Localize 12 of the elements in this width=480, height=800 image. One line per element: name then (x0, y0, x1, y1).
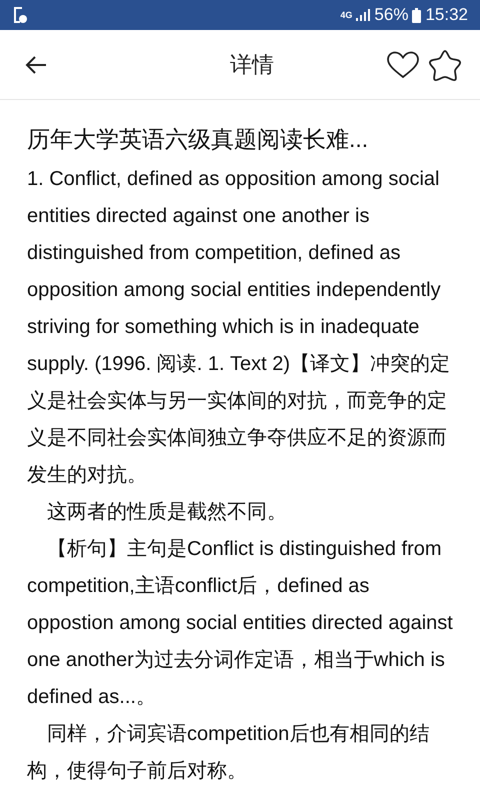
clock: 15:32 (425, 5, 468, 25)
article-paragraph: 1. Conflict, defined as opposition among social entities directed against one another is distinguished from competition, defined as opposition among social entities independently striving for something which is in inadequate supply. (1996. 阅读. 1. Text 2)【译文】冲突的定义是社会实体与另一实体间的对抗，而竞争的定义是不同社会实体间独立争夺供应不足的资源而发生的对抗。 (27, 167, 452, 488)
screenshot-icon (12, 6, 28, 24)
signal-icon (356, 9, 370, 21)
battery-percentage: 56% (374, 5, 408, 25)
article-paragraph: 这两者的性质是截然不同。 (46, 500, 288, 525)
article-paragraph: 同样，介词宾语competition后也有相同的结构，使得句子前后对称。 (27, 722, 430, 784)
article-title: 历年大学英语六级真题阅读长难... (27, 125, 370, 154)
network-label: 4G (340, 10, 352, 20)
page-title: 详情 (229, 50, 275, 78)
article-paragraph: 【析句】主句是Conflict is distinguished from competition,主语conflict后，defined as oppostion among social entities directed against one another为过去分词作定语，相当于which is defined as...。 (27, 537, 454, 710)
battery-icon (412, 8, 422, 22)
